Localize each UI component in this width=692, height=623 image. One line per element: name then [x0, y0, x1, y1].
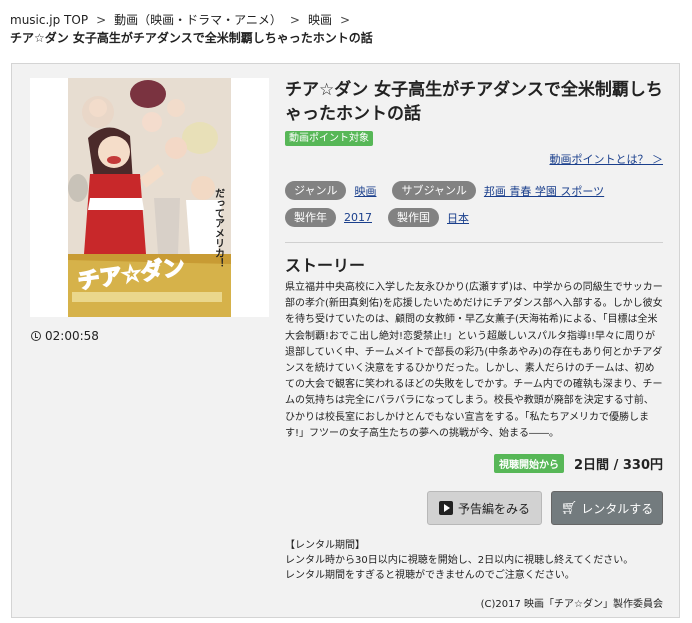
rent-button[interactable]: 🛒︎ レンタルする	[551, 491, 663, 525]
poster-area: チア☆ダン だってアメリカ！	[30, 78, 269, 317]
genre-label: ジャンル	[285, 181, 347, 200]
clock-icon	[31, 331, 41, 341]
story-text: 県立福井中央高校に入学した友永ひかり(広瀬すず)は、中学からの同級生でサッカー部…	[285, 282, 663, 439]
point-badge: 動画ポイント対象	[285, 131, 373, 146]
genre-value[interactable]: 映画	[354, 183, 376, 199]
year-label: 製作年	[285, 208, 336, 227]
rent-button-label: レンタルする	[581, 501, 654, 516]
play-icon	[438, 501, 453, 515]
breadcrumb-video-link[interactable]: 動画（映画・ドラマ・アニメ）	[114, 13, 282, 27]
poster-tagline: だってアメリカ！	[213, 188, 225, 268]
duration-text: 02:00:58	[45, 329, 99, 343]
breadcrumb-top-link[interactable]: music.jp TOP	[10, 13, 88, 27]
year-value[interactable]: 2017	[344, 211, 372, 224]
country-label: 製作国	[388, 208, 439, 227]
breadcrumb: music.jp TOP > 動画（映画・ドラマ・アニメ） > 映画 >	[10, 12, 358, 28]
meta-row-year: 製作年 2017 製作国 日本	[285, 208, 663, 227]
price-text: 2日間 / 330円	[574, 458, 663, 473]
divider	[285, 242, 663, 243]
trailer-button-label: 予告編をみる	[457, 501, 530, 516]
title: チア☆ダン 女子高生がチアダンスで全米制覇しちゃったホントの話	[285, 80, 663, 124]
copyright: (C)2017 映画「チア☆ダン」製作委員会	[480, 599, 663, 610]
poster-art: チア☆ダン だってアメリカ！	[68, 78, 231, 317]
price-row: 視聴開始から 2日間 / 330円	[494, 454, 663, 473]
duration: 02:00:58	[31, 329, 99, 343]
meta-info: ジャンル 映画 サブジャンル 邦画 青春 学園 スポーツ 製作年 2017 製作…	[285, 181, 663, 235]
breadcrumb-separator: >	[289, 13, 300, 27]
price-badge: 視聴開始から	[494, 454, 565, 473]
subgenre-value[interactable]: 邦画 青春 学園 スポーツ	[484, 183, 604, 199]
story-heading: ストーリー	[285, 256, 366, 275]
rental-notice: 【レンタル期間】 レンタル時から30日以内に視聴を開始し、2日以内に視聴し終えて…	[285, 538, 633, 583]
country-value[interactable]: 日本	[447, 210, 469, 226]
page-subtitle: チア☆ダン 女子高生がチアダンスで全米制覇しちゃったホントの話	[10, 31, 373, 45]
detail-panel: チア☆ダン 女子高生がチアダンスで全米制覇しちゃったホントの話 動画ポイント対象…	[285, 78, 663, 610]
poster-image[interactable]: チア☆ダン だってアメリカ！	[68, 78, 231, 317]
breadcrumb-separator: >	[339, 13, 351, 27]
notice-line-2: レンタル期間をすぎると視聴ができませんのでご注意ください。	[285, 570, 575, 581]
notice-heading: 【レンタル期間】	[285, 540, 365, 551]
content-card: チア☆ダン だってアメリカ！ 02:00:58 チア☆ダン 女子高生がチアダンス…	[11, 63, 680, 618]
breadcrumb-separator: >	[96, 13, 107, 27]
notice-line-1: レンタル時から30日以内に視聴を開始し、2日以内に視聴し終えてください。	[285, 555, 634, 566]
meta-row-genre: ジャンル 映画 サブジャンル 邦画 青春 学園 スポーツ	[285, 181, 663, 200]
subgenre-label: サブジャンル	[392, 181, 476, 200]
cart-icon: 🛒︎	[560, 500, 578, 516]
trailer-button[interactable]: 予告編をみる	[427, 491, 542, 525]
what-is-points-link[interactable]: 動画ポイントとは？ ＞	[550, 151, 664, 167]
breadcrumb-movie-link[interactable]: 映画	[308, 13, 332, 27]
